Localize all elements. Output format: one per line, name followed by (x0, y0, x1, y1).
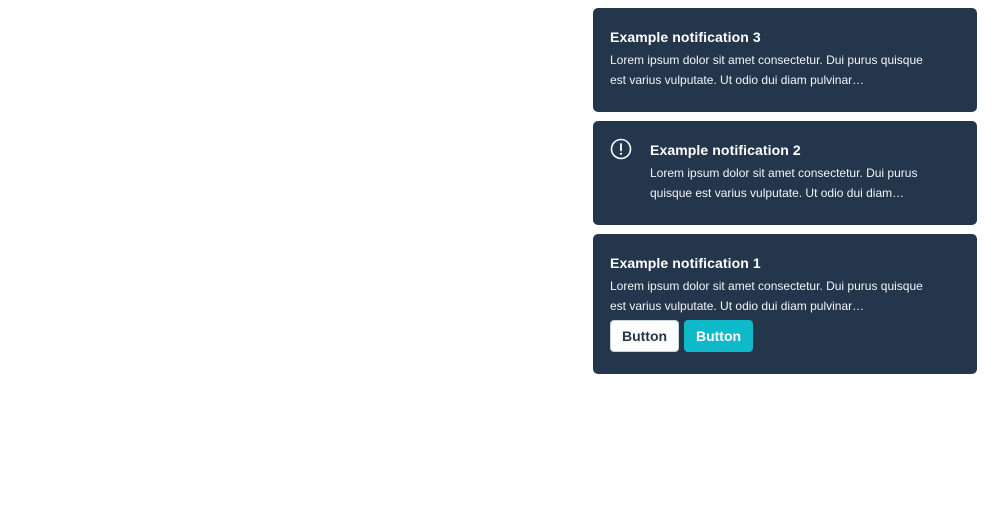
notification-title: Example notification 3 (610, 29, 761, 45)
notification-2[interactable]: Example notification 2 Lorem ipsum dolor… (593, 121, 977, 225)
notification-actions: Button Button (610, 320, 960, 352)
notification-body: Lorem ipsum dolor sit amet consectetur. … (610, 279, 923, 313)
notification-1[interactable]: Example notification 1 Lorem ipsum dolor… (593, 234, 977, 374)
notification-title: Example notification 1 (610, 255, 761, 271)
alert-circle-icon (610, 138, 632, 160)
notification-content: Example notification 2 Lorem ipsum dolor… (650, 141, 950, 203)
notification-title: Example notification 2 (650, 142, 801, 158)
notification-body: Lorem ipsum dolor sit amet consectetur. … (610, 53, 923, 87)
notification-body: Lorem ipsum dolor sit amet consectetur. … (650, 166, 918, 200)
notification-stack: Example notification 3 Lorem ipsum dolor… (593, 8, 977, 383)
secondary-button[interactable]: Button (610, 320, 679, 352)
notification-3[interactable]: Example notification 3 Lorem ipsum dolor… (593, 8, 977, 112)
primary-button[interactable]: Button (684, 320, 753, 352)
